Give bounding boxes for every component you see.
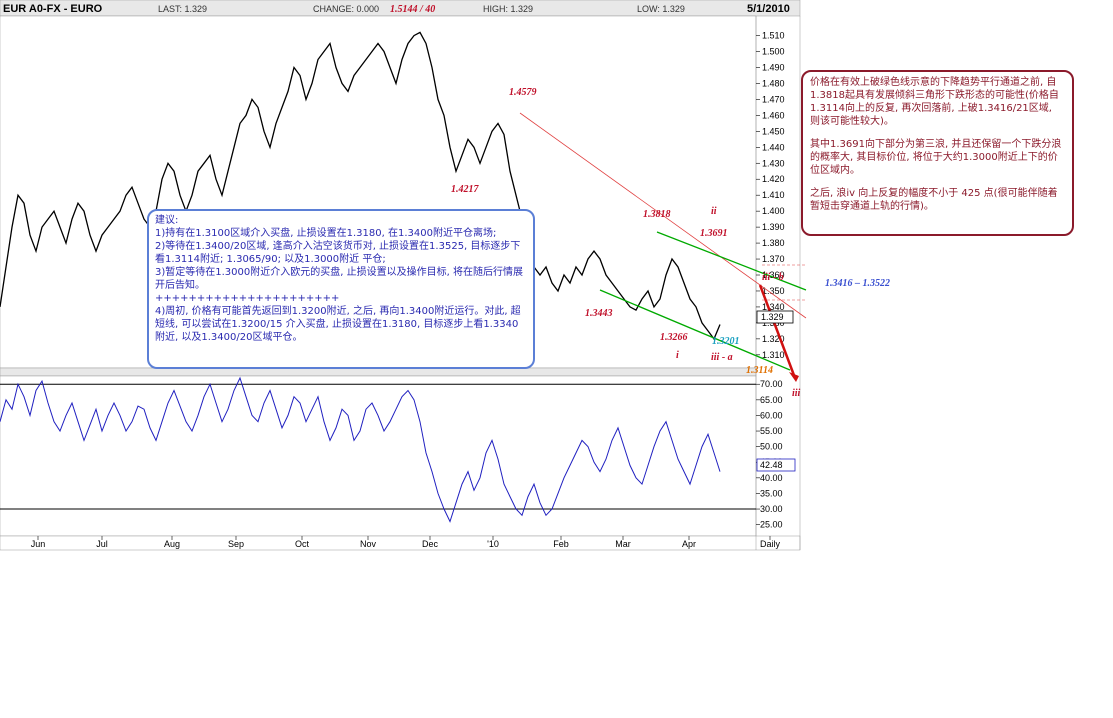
last-price: LAST: 1.329	[158, 4, 207, 14]
low-value: LOW: 1.329	[637, 4, 685, 14]
price-tick-label: 1.470	[762, 94, 785, 104]
osc-tick-label: 50.00	[760, 442, 783, 452]
advice-line: 2)等待在1.3400/20区域, 逢高介入沽空该货币对, 止损设置在1.352…	[155, 241, 521, 265]
annotation-1-3691: 1.3691	[700, 228, 728, 239]
osc-tick-label: 70.00	[760, 379, 783, 389]
time-tick-label: Feb	[553, 539, 569, 549]
peak-annotation: 1.5144 / 40	[390, 4, 435, 15]
time-tick-label: Jul	[96, 539, 108, 549]
annotation-1-3818: 1.3818	[643, 209, 671, 220]
osc-tick-label: 60.00	[760, 410, 783, 420]
annotation-1-3201: 1.3201	[712, 336, 740, 347]
advice-title: 建议:	[155, 215, 179, 226]
last-osc-label: 42.48	[760, 460, 783, 470]
price-tick-label: 1.370	[762, 254, 785, 264]
change-value: CHANGE: 0.000	[313, 4, 379, 14]
time-tick-label: Dec	[422, 539, 439, 549]
price-tick-label: 1.420	[762, 174, 785, 184]
osc-tick-label: 35.00	[760, 488, 783, 498]
price-tick-label: 1.430	[762, 158, 785, 168]
time-tick-label: Jun	[31, 539, 46, 549]
osc-tick-label: 30.00	[760, 504, 783, 514]
price-tick-label: 1.310	[762, 350, 785, 360]
time-tick-label: Nov	[360, 539, 377, 549]
time-tick-label: Oct	[295, 539, 310, 549]
osc-tick-label: 65.00	[760, 395, 783, 405]
price-tick-label: 1.340	[762, 302, 785, 312]
price-tick-label: 1.490	[762, 62, 785, 72]
price-tick-label: 1.500	[762, 47, 785, 57]
last-price-label: 1.329	[761, 312, 784, 322]
price-tick-label: 1.440	[762, 142, 785, 152]
time-tick-label: '10	[487, 539, 499, 549]
symbol-title: EUR A0-FX - EURO	[3, 3, 103, 15]
annotation-1-4217: 1.4217	[451, 184, 480, 195]
price-tick-label: 1.380	[762, 238, 785, 248]
price-tick-label: 1.510	[762, 31, 785, 41]
price-tick-label: 1.390	[762, 222, 785, 232]
price-tick-label: 1.450	[762, 126, 785, 136]
wave-label-iii: iii	[792, 388, 801, 399]
panel-divider	[0, 367, 757, 377]
wave-label-iii-b: iii - b	[762, 272, 784, 283]
analysis-paragraph: 价格在有效上破绿色线示意的下降趋势平行通道之前, 自1.3818起具有发展倾斜三…	[810, 77, 1059, 127]
analysis-note-box: 价格在有效上破绿色线示意的下降趋势平行通道之前, 自1.3818起具有发展倾斜三…	[801, 70, 1074, 236]
time-tick-label: Mar	[615, 539, 631, 549]
chart-date: 5/1/2010	[747, 3, 790, 15]
wave-label-iii-a: iii - a	[711, 352, 733, 363]
annotation-1-3443: 1.3443	[585, 308, 613, 319]
price-tick-label: 1.410	[762, 190, 785, 200]
time-tick-label: Apr	[682, 539, 696, 549]
advice-line: 3)暂定等待在1.3000附近介入欧元的买盘, 止损设置以及操作目标, 将在随后…	[155, 267, 523, 291]
annotation-target-range: 1.3416 – 1.3522	[825, 278, 890, 289]
osc-tick-label: 55.00	[760, 426, 783, 436]
advice-line: 1)持有在1.3100区域介入买盘, 止损设置在1.3180, 在1.3400附…	[155, 228, 497, 239]
analysis-paragraph: 其中1.3691向下部分为第三浪, 并且还保留一个下跌分浪的概率大, 其目标价位…	[810, 139, 1062, 176]
advice-separator: ++++++++++++++++++++++	[155, 293, 340, 304]
high-value: HIGH: 1.329	[483, 4, 533, 14]
wave-label-i: i	[676, 350, 679, 361]
oscillator-axis-ticks: 70.0065.0060.0055.0050.0045.0040.0035.00…	[756, 379, 783, 530]
osc-tick-label: 25.00	[760, 520, 783, 530]
time-tick-label: Daily	[760, 539, 781, 549]
price-tick-label: 1.480	[762, 78, 785, 88]
annotation-1-3266: 1.3266	[660, 332, 688, 343]
time-tick-label: Sep	[228, 539, 244, 549]
time-axis	[0, 535, 801, 551]
annotation-1-3114: 1.3114	[746, 365, 773, 376]
wave-label-ii: ii	[711, 206, 717, 217]
price-tick-label: 1.460	[762, 110, 785, 120]
price-tick-label: 1.400	[762, 206, 785, 216]
analysis-paragraph: 之后, 浪iv 向上反复的幅度不小于 425 点(很可能伴随着暂短击穿通道上轨的…	[810, 188, 1058, 212]
advice-note-box: 建议: 1)持有在1.3100区域介入买盘, 止损设置在1.3180, 在1.3…	[147, 209, 535, 369]
time-tick-label: Aug	[164, 539, 180, 549]
advice-line: 4)周初, 价格有可能首先返回到1.3200附近, 之后, 再向1.3400附近…	[155, 306, 521, 343]
annotation-1-4579: 1.4579	[509, 87, 537, 98]
osc-tick-label: 40.00	[760, 473, 783, 483]
oscillator-panel	[0, 375, 757, 537]
